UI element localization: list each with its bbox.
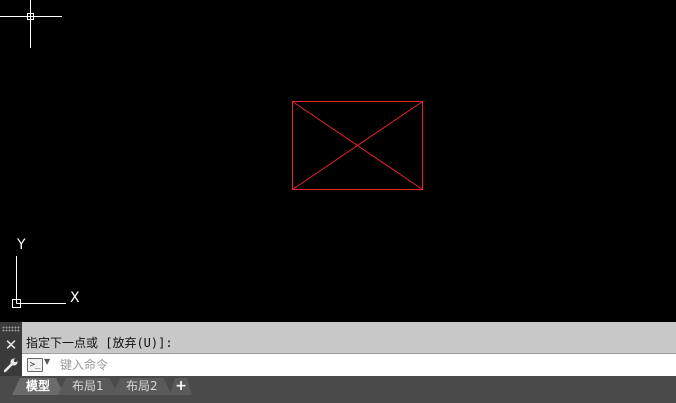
layout-tab-bar: 模型 布局1 布局2 + (0, 376, 676, 403)
add-layout-button[interactable]: + (170, 378, 192, 395)
crosshair-cursor (0, 0, 62, 48)
ucs-x-label: X (70, 290, 80, 306)
command-prompt-icon[interactable]: >_ (27, 358, 43, 372)
wrench-icon[interactable] (2, 357, 20, 373)
ucs-y-label: Y (16, 237, 26, 253)
command-history-text: 指定下一点或 [放弃(U)]: (26, 336, 173, 350)
ucs-icon (12, 256, 66, 308)
command-line-grip[interactable]: ✕ (0, 322, 22, 376)
tab-layout1[interactable]: 布局1 (58, 378, 118, 395)
grip-handle-icon[interactable] (2, 326, 20, 332)
tab-model[interactable]: 模型 (12, 378, 64, 395)
command-line-panel: ✕ 指定下一点或 [放弃(U)]: >_ ▼ (0, 322, 676, 376)
command-input-row: >_ ▼ (22, 353, 676, 376)
drawn-rectangle[interactable] (292, 101, 423, 190)
drawing-canvas[interactable]: Y X (0, 0, 676, 322)
tab-layout2[interactable]: 布局2 (112, 378, 172, 395)
drawing-svg[interactable]: Y X (0, 0, 676, 322)
chevron-down-icon[interactable]: ▼ (44, 357, 50, 366)
close-icon[interactable]: ✕ (0, 336, 22, 354)
command-input[interactable] (58, 355, 662, 375)
